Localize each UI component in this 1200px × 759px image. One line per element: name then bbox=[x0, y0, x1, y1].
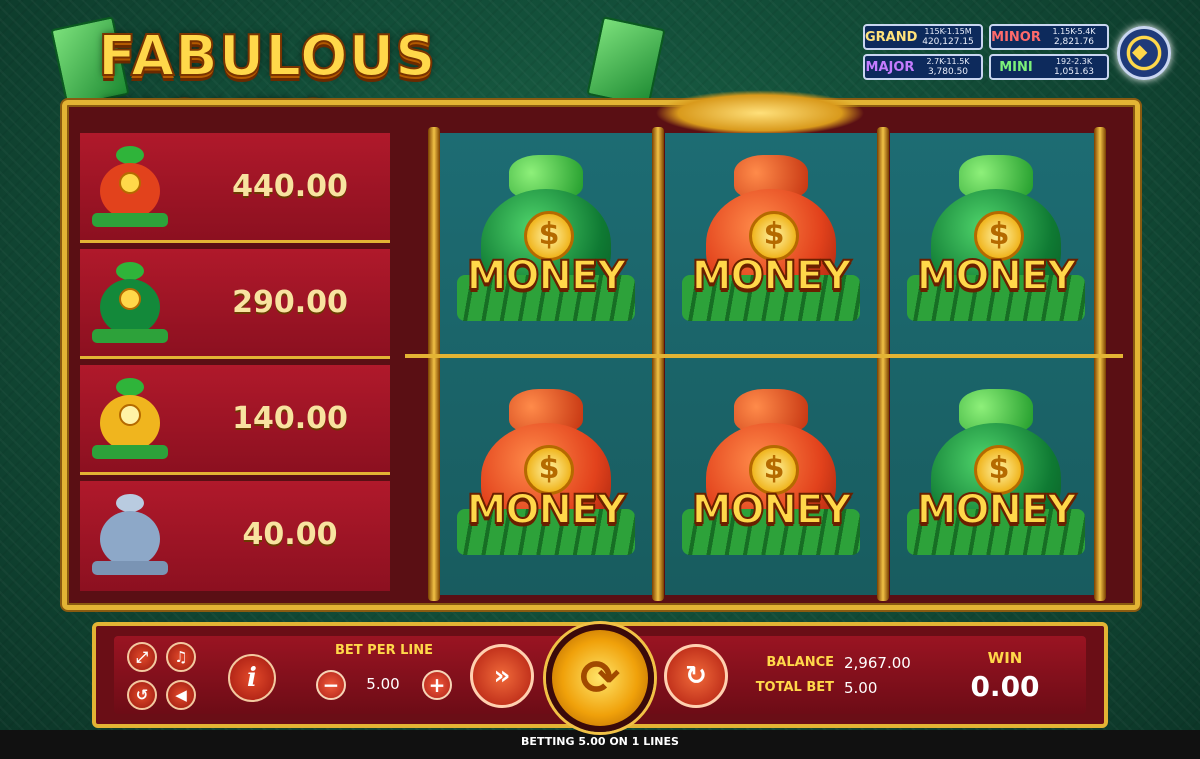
reel-divider bbox=[1094, 127, 1106, 601]
balance-value: 2,967.00 bbox=[844, 654, 911, 672]
payout-amount: 290.00 bbox=[232, 285, 348, 320]
money-bag-symbol: $ MONEY bbox=[901, 389, 1091, 579]
jackpot-minor: MINOR 1.15K-5.4K 2,821.76 bbox=[989, 24, 1109, 50]
win-label: WIN bbox=[987, 649, 1023, 667]
betting-status: BETTING 5.00 ON 1 LINES bbox=[521, 735, 679, 748]
frame-crest-ornament bbox=[655, 90, 865, 136]
paytable-row: 40.00 bbox=[80, 481, 390, 591]
money-bag-symbol: $ MONEY bbox=[676, 155, 866, 345]
total-bet-label: TOTAL BET bbox=[755, 680, 834, 695]
jackpot-name: MAJOR bbox=[865, 59, 915, 75]
jackpot-values: 192-2.3K 1,051.63 bbox=[1041, 57, 1107, 77]
jackpot-name: MINI bbox=[999, 59, 1033, 75]
bet-per-line-value: 5.00 bbox=[366, 675, 400, 693]
jackpot-range: 1.15K-5.4K bbox=[1052, 27, 1096, 36]
jackpot-name: GRAND bbox=[865, 29, 918, 45]
sound-icon[interactable]: ◀ bbox=[166, 680, 196, 710]
jackpot-values: 1.15K-5.4K 2,821.76 bbox=[1041, 27, 1107, 47]
jackpot-values: 115K-1.15M 420,127.15 bbox=[915, 27, 981, 47]
bet-per-line-label: BET PER LINE bbox=[334, 643, 433, 658]
reel-divider bbox=[428, 127, 440, 601]
jackpot-mini: MINI 192-2.3K 1,051.63 bbox=[989, 54, 1109, 80]
paytable-row: 140.00 bbox=[80, 365, 390, 475]
payout-amount: 440.00 bbox=[232, 169, 348, 204]
payout-amount: 40.00 bbox=[242, 517, 338, 552]
jackpot-values: 2.7K-11.5K 3,780.50 bbox=[915, 57, 981, 77]
money-bag-symbol: $ MONEY bbox=[451, 155, 641, 345]
bet-increase-button[interactable]: + bbox=[422, 670, 452, 700]
jackpot-name: MINOR bbox=[991, 29, 1041, 45]
jackpot-amount: 1,051.63 bbox=[1053, 67, 1095, 77]
fullscreen-icon[interactable]: ⤢ bbox=[127, 642, 157, 672]
spin-button[interactable]: ⟳ bbox=[546, 624, 654, 732]
bet-decrease-button[interactable]: − bbox=[316, 670, 346, 700]
total-bet-value: 5.00 bbox=[844, 679, 878, 697]
jackpot-panel: GRAND 115K-1.15M 420,127.15 MINOR 1.15K-… bbox=[863, 22, 1171, 82]
jackpot-amount: 2,821.76 bbox=[1053, 37, 1095, 47]
symbol-text: MONEY bbox=[691, 252, 853, 300]
info-button[interactable]: i bbox=[228, 654, 276, 702]
paytable: 440.00 290.00 140.00 40.00 bbox=[80, 133, 390, 595]
jackpot-range: 115K-1.15M bbox=[924, 27, 972, 36]
reel-divider bbox=[652, 127, 664, 601]
game-logo: FABULOUS EIGHTS bbox=[50, 14, 666, 155]
balance-label: BALANCE bbox=[766, 655, 834, 670]
paytable-row: 440.00 bbox=[80, 133, 390, 243]
jackpot-amount: 420,127.15 bbox=[922, 37, 974, 47]
payout-amount: 140.00 bbox=[232, 401, 348, 436]
autoplay-icon: ↻ bbox=[685, 661, 707, 691]
symbol-text: MONEY bbox=[466, 252, 628, 300]
reels-area: $ MONEY $ MONEY $ MONEY $ MONEY $ MONEY … bbox=[428, 127, 1106, 601]
jackpot-emblem-icon: ◆ bbox=[1117, 26, 1171, 80]
jackpot-major: MAJOR 2.7K-11.5K 3,780.50 bbox=[863, 54, 983, 80]
symbol-text: MONEY bbox=[916, 252, 1078, 300]
red-money-bag-icon bbox=[92, 146, 168, 227]
symbol-text: MONEY bbox=[466, 486, 628, 534]
jackpot-grand: GRAND 115K-1.15M 420,127.15 bbox=[863, 24, 983, 50]
money-bag-symbol: $ MONEY bbox=[676, 389, 866, 579]
paytable-row: 290.00 bbox=[80, 249, 390, 359]
gold-money-bag-icon bbox=[92, 378, 168, 459]
payline bbox=[405, 354, 1123, 358]
money-bag-symbol: $ MONEY bbox=[451, 389, 641, 579]
autoplay-button[interactable]: ↻ bbox=[664, 644, 728, 708]
symbol-text: MONEY bbox=[691, 486, 853, 534]
win-value: 0.00 bbox=[970, 670, 1040, 703]
any-money-bag-icon bbox=[92, 494, 168, 575]
history-icon[interactable]: ↺ bbox=[127, 680, 157, 710]
green-money-bag-icon bbox=[92, 262, 168, 343]
music-icon[interactable]: ♫ bbox=[166, 642, 196, 672]
jackpot-range: 192-2.3K bbox=[1055, 57, 1093, 66]
reel-divider bbox=[877, 127, 889, 601]
turbo-button[interactable]: » bbox=[470, 644, 534, 708]
jackpot-range: 2.7K-11.5K bbox=[926, 57, 970, 66]
fast-forward-icon: » bbox=[493, 661, 511, 691]
symbol-text: MONEY bbox=[916, 486, 1078, 534]
money-bag-symbol: $ MONEY bbox=[901, 155, 1091, 345]
spin-icon: ⟳ bbox=[579, 650, 621, 706]
jackpot-amount: 3,780.50 bbox=[927, 67, 969, 77]
